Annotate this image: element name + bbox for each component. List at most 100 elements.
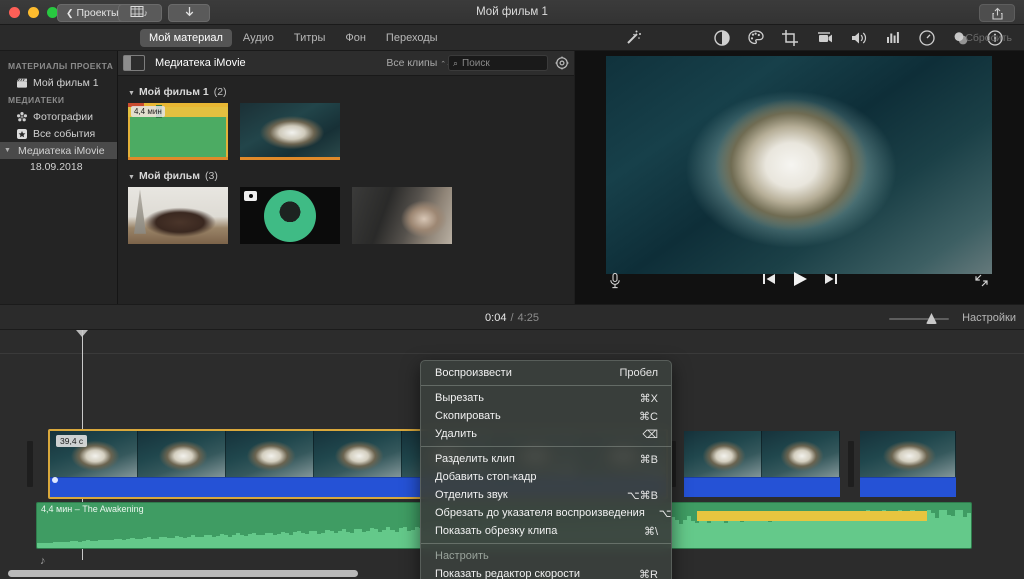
clip-group-header: ▼ Мой фильм 1 (2) — [128, 86, 574, 98]
clip-thumbnail-ocean[interactable] — [240, 103, 340, 160]
video-clip-last[interactable] — [858, 429, 958, 499]
context-menu-item-shortcut: ⌫ — [642, 428, 658, 441]
context-menu-item-label: Разделить клип — [435, 453, 515, 465]
context-menu-item-label: Обрезать до указателя воспроизведения — [435, 507, 645, 519]
sidebar-item-label: Медиатека iMovie — [18, 144, 105, 157]
context-menu-item[interactable]: Скопировать ⌘C — [421, 407, 671, 425]
clip-volume-handle[interactable] — [52, 477, 58, 483]
sidebar: Материалы проекта Мой фильм 1 Медиатеки … — [0, 51, 118, 304]
context-menu-item[interactable]: Показать редактор скорости ⌘R — [421, 565, 671, 579]
skip-forward-icon[interactable] — [823, 272, 838, 291]
search-placeholder: Поиск — [462, 57, 490, 69]
clip-group-header: ▼ Мой фильм (3) — [128, 170, 574, 182]
play-icon[interactable] — [791, 270, 809, 293]
tab-backgrounds[interactable]: Фон — [336, 29, 375, 47]
tab-label: Аудио — [242, 32, 274, 44]
settings-button[interactable]: Настройки — [962, 305, 1016, 331]
search-input[interactable]: ⌕ Поиск — [448, 55, 548, 71]
tab-my-media[interactable]: Мой материал — [140, 29, 232, 47]
equalizer-icon[interactable] — [884, 29, 902, 47]
title-bar: ❮ Проекты ♪ Мой фильм 1 — [0, 0, 1024, 25]
photos-icon — [16, 111, 28, 123]
sidebar-item-all-events[interactable]: Все события — [0, 125, 117, 142]
clip-filter-label: Все клипы — [386, 57, 438, 69]
sidebar-item-imovie-library[interactable]: ▼ Медиатека iMovie — [0, 142, 117, 159]
tab-label: Переходы — [385, 32, 438, 44]
clip-thumbnail-project[interactable]: 4,4 мин — [128, 103, 228, 160]
clip-frame — [762, 431, 840, 481]
context-menu-item[interactable]: Показать обрезку клипа ⌘\ — [421, 522, 671, 540]
group-name: Мой фильм 1 — [138, 86, 209, 98]
stabilization-icon[interactable] — [816, 29, 834, 47]
clip-audio-waveform[interactable] — [860, 477, 956, 497]
camera-icon — [244, 191, 257, 201]
context-menu-item[interactable]: Вырезать ⌘X — [421, 389, 671, 407]
transport-controls — [575, 270, 1024, 293]
music-note-icon[interactable]: ♪ — [40, 555, 46, 567]
color-balance-icon[interactable] — [713, 29, 731, 47]
tab-label: Фон — [345, 32, 366, 44]
volume-icon[interactable] — [850, 29, 868, 47]
context-menu-separator — [421, 385, 671, 386]
context-menu-item-shortcut: ⌥/ — [658, 507, 672, 520]
group-count: (2) — [213, 86, 227, 98]
context-menu-item[interactable]: Воспроизвести Пробел — [421, 364, 671, 382]
context-menu-item[interactable]: Добавить стоп-кадр — [421, 468, 671, 486]
crop-icon[interactable] — [781, 29, 799, 47]
context-menu-item-shortcut: ⌘\ — [643, 525, 658, 538]
clip-filmstrip — [684, 431, 840, 481]
total-time: 4:25 — [517, 312, 539, 324]
context-menu-item-label: Настроить — [435, 550, 489, 562]
timeline-ruler[interactable] — [0, 330, 1024, 354]
context-menu-item-label: Показать обрезку клипа — [435, 525, 558, 537]
context-menu-item-shortcut: ⌘X — [639, 392, 658, 405]
context-menu-separator — [421, 446, 671, 447]
context-menu-item-label: Вырезать — [435, 392, 484, 404]
disclosure-icon[interactable]: ▼ — [128, 90, 135, 97]
zoom-slider[interactable] — [889, 313, 949, 324]
gear-icon[interactable] — [555, 56, 569, 70]
sidebar-header-project-media: Материалы проекта — [8, 61, 114, 71]
horizontal-scrollbar[interactable] — [8, 570, 358, 577]
browser-header: Медиатека iMovie Все клипы ⌃⌄ ⌕ Поиск — [118, 51, 574, 76]
clip-thumbnail-car[interactable] — [352, 187, 452, 244]
context-menu-item[interactable]: Отделить звук ⌥⌘B — [421, 486, 671, 504]
next-clip-left-handle[interactable] — [848, 441, 854, 487]
sidebar-toggle-icon[interactable] — [123, 55, 145, 71]
fullscreen-icon[interactable] — [974, 273, 989, 288]
clip-audio-waveform[interactable] — [684, 477, 840, 497]
context-menu-item-label: Удалить — [435, 428, 477, 440]
context-menu-item[interactable]: Разделить клип ⌘B — [421, 450, 671, 468]
tab-audio[interactable]: Аудио — [234, 29, 283, 47]
tab-transitions[interactable]: Переходы — [377, 29, 447, 47]
magic-wand-icon[interactable] — [624, 29, 642, 47]
skip-back-icon[interactable] — [762, 272, 777, 291]
disclosure-icon[interactable]: ▼ — [4, 147, 13, 154]
speed-icon[interactable] — [918, 29, 936, 47]
timeline-info-bar: 0:04/4:25 Настройки — [0, 304, 1024, 330]
preview-video-frame[interactable] — [606, 56, 992, 274]
sidebar-item-event-date[interactable]: 18.09.2018 — [0, 159, 117, 176]
clip-thumbnail-bag[interactable] — [128, 187, 228, 244]
time-separator: / — [510, 312, 514, 324]
clip-left-handle[interactable] — [27, 441, 33, 487]
sidebar-item-photos[interactable]: Фотографии — [0, 108, 117, 125]
disclosure-icon[interactable]: ▼ — [128, 174, 135, 181]
clip-filter-dropdown[interactable]: Все клипы ⌃⌄ — [386, 57, 452, 69]
sidebar-item-my-movie-1[interactable]: Мой фильм 1 — [0, 74, 117, 91]
music-clip-label: 4,4 мин – The Awakening — [41, 504, 144, 514]
tab-titles[interactable]: Титры — [285, 29, 334, 47]
music-highlight-region — [697, 511, 927, 521]
color-correction-icon[interactable] — [747, 29, 765, 47]
context-menu-item[interactable]: Удалить ⌫ — [421, 425, 671, 443]
clip-selection-bar — [128, 157, 228, 160]
context-menu-item-label: Добавить стоп-кадр — [435, 471, 537, 483]
video-clip-next[interactable] — [682, 429, 842, 499]
share-button[interactable] — [979, 4, 1015, 22]
context-menu-item-shortcut: ⌘C — [639, 410, 658, 423]
clip-thumbnail-avatar[interactable] — [240, 187, 340, 244]
clip-context-menu[interactable]: Воспроизвести Пробел Вырезать ⌘X Скопировать… — [420, 360, 672, 579]
reset-all-button[interactable]: Сбросить все — [965, 25, 1012, 70]
clip-frame — [314, 431, 402, 481]
context-menu-item[interactable]: Обрезать до указателя воспроизведения ⌥/ — [421, 504, 671, 522]
